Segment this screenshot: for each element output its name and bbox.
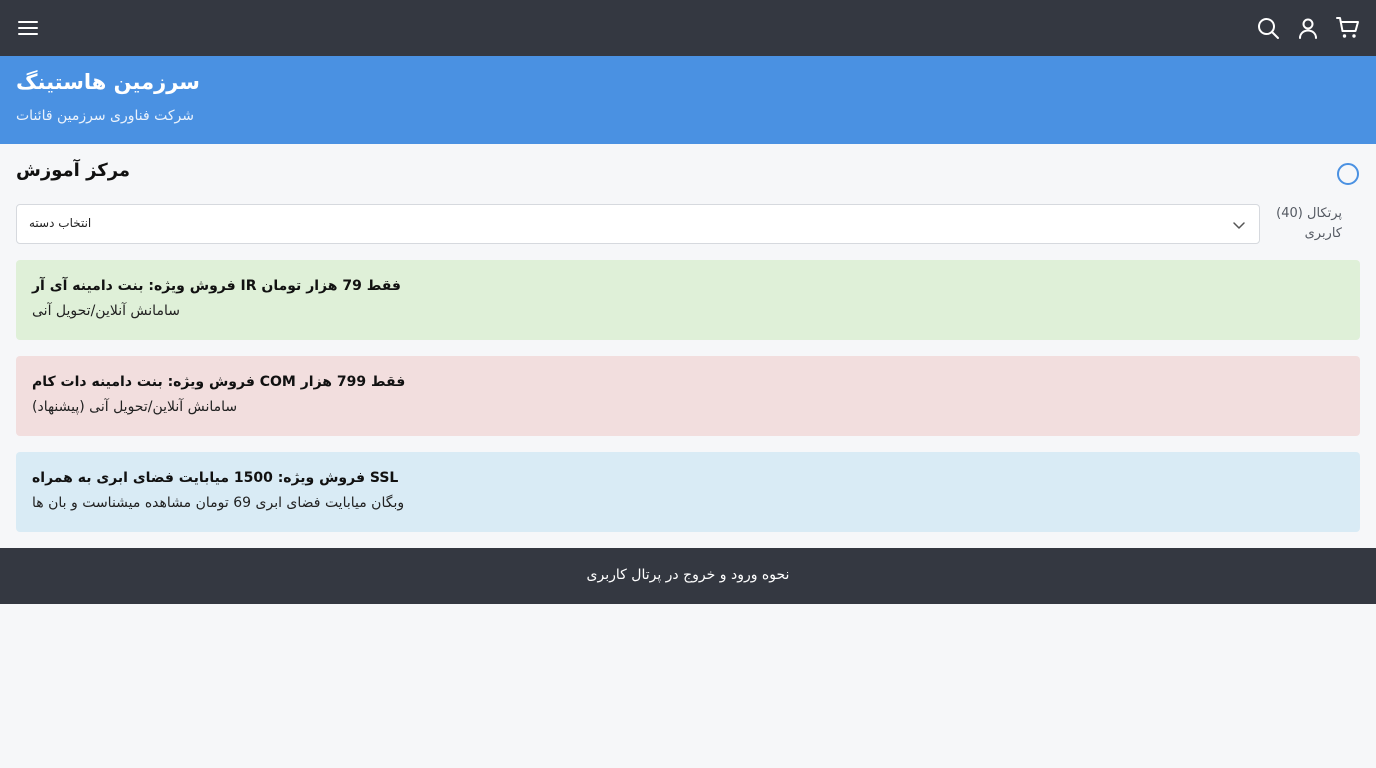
portal-label-line2: کاربری <box>1304 226 1342 241</box>
top-navbar <box>0 0 1376 56</box>
category-select-value: انتخاب دسته <box>29 216 92 230</box>
portal-label-text: پرتکال <box>1307 206 1342 221</box>
menu-icon[interactable] <box>16 16 40 40</box>
announcement-card-ssl[interactable]: SSL فروش ویژه: 1500 میابایت فضای ابری به… <box>16 452 1360 532</box>
page-title: مرکز آموزش <box>16 160 131 181</box>
category-select[interactable]: انتخاب دسته <box>16 204 1260 244</box>
loading-spinner-icon <box>1337 163 1359 185</box>
footer-login-guide-link[interactable]: نحوه ورود و خروج در پرتال کاربری <box>587 567 790 583</box>
card-subtitle: سامانش آنلاین/تحویل آنی (پیشنهاد) <box>32 399 238 415</box>
card-title: فقط 799 هزار COM فروش ویژه: بنت دامینه د… <box>32 374 406 390</box>
user-icon[interactable] <box>1296 16 1320 40</box>
brand-title[interactable]: سرزمین هاستینگ <box>16 70 200 94</box>
brand-header: سرزمین هاستینگ شرکت فناوری سرزمین قائنات <box>0 56 1376 144</box>
cart-icon[interactable] <box>1336 16 1360 40</box>
portal-count-label: پرتکال (40) کاربری <box>1262 204 1342 244</box>
card-subtitle: سامانش آنلاین/تحویل آنی <box>32 303 180 319</box>
portal-count: (40) <box>1276 206 1303 221</box>
search-icon[interactable] <box>1256 16 1280 40</box>
card-subtitle: وبگان میابایت فضای ابری 69 تومان مشاهده … <box>32 495 405 511</box>
announcement-card-com-domain[interactable]: فقط 799 هزار COM فروش ویژه: بنت دامینه د… <box>16 356 1360 436</box>
brand-subtitle: شرکت فناوری سرزمین قائنات <box>16 108 195 124</box>
chevron-down-icon <box>1231 217 1247 233</box>
footer-bar: نحوه ورود و خروج در پرتال کاربری <box>0 548 1376 604</box>
card-title: فقط 79 هزار تومان IR فروش ویژه: بنت دامی… <box>32 278 401 294</box>
announcement-card-ir-domain[interactable]: فقط 79 هزار تومان IR فروش ویژه: بنت دامی… <box>16 260 1360 340</box>
card-title: SSL فروش ویژه: 1500 میابایت فضای ابری به… <box>32 470 399 486</box>
